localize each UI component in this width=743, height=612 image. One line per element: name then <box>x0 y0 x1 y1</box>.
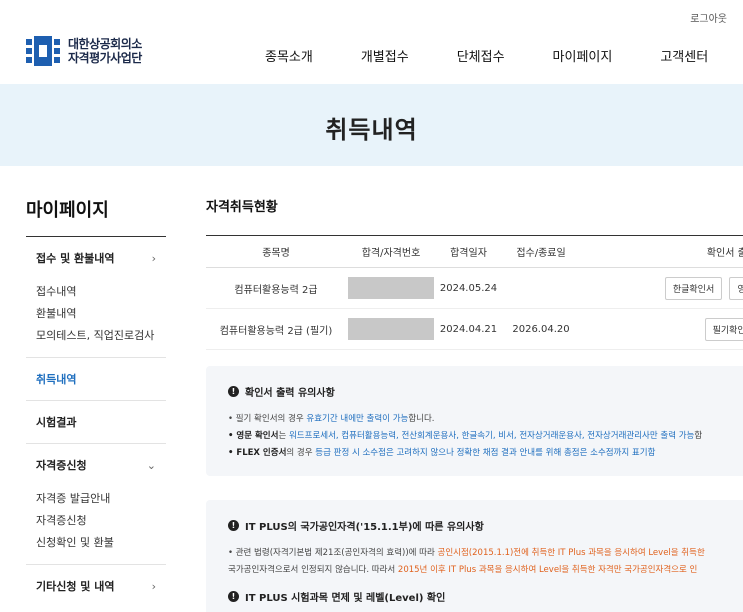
logo-line1: 대한상공회의소 <box>68 37 142 51</box>
sidebar-item-label: 접수 및 환불내역 <box>36 252 115 265</box>
itplus-notice-box: ! IT PLUS의 국가공인자격('15.1.1부)에 따른 유의사항 • 관… <box>206 500 743 612</box>
cell-print: 필기확인서 <box>581 308 743 350</box>
main-nav: 종목소개 개별접수 단체접수 마이페이지 고객센터 <box>265 46 708 65</box>
sidebar-subitem-apply[interactable]: 접수내역 <box>36 281 156 303</box>
sidebar-item-etc[interactable]: 기타신청 및 내역 › <box>26 565 166 607</box>
cell-pass-date: 2024.04.21 <box>436 308 501 350</box>
written-certificate-button[interactable]: 필기확인서 <box>704 317 743 341</box>
notice-title-text: IT PLUS 시험과목 면제 및 레벨(Level) 확인 <box>245 593 446 604</box>
nav-item-support[interactable]: 고객센터 <box>660 46 708 65</box>
chevron-right-icon: › <box>151 251 156 265</box>
sidebar-subitem-mocktest[interactable]: 모의테스트, 직업진로검사 <box>36 325 156 347</box>
logout-link[interactable]: 로그아웃 <box>690 10 727 25</box>
cell-pass-date: 2024.05.24 <box>436 267 501 309</box>
sidebar-subitem-cert-apply[interactable]: 자격증신청 <box>36 510 156 532</box>
print-notice-title: ! 확인서 출력 유의사항 <box>228 384 743 399</box>
info-icon: ! <box>228 386 239 397</box>
notice-line: • FLEX 인증서의 경우 등급 판정 시 소수점은 고려하지 않으나 정확한… <box>228 448 656 458</box>
info-icon: ! <box>228 520 239 531</box>
notice-title-text: IT PLUS의 국가공인자격('15.1.1부)에 따른 유의사항 <box>245 522 484 533</box>
table-row: 컴퓨터활용능력 2급 (필기) 2024.04.21 2026.04.20 필기… <box>206 308 743 350</box>
cell-print: 한글확인서 영문 <box>581 267 743 309</box>
sidebar-item-acquired[interactable]: 취득내역 <box>26 358 166 400</box>
sidebar-item-certificate[interactable]: 자격증신청 ⌄ <box>26 444 166 486</box>
sidebar-title: 마이페이지 <box>26 196 166 237</box>
cell-subject: 컴퓨터활용능력 2급 <box>206 267 346 309</box>
sidebar-item-results[interactable]: 시험결과 <box>26 401 166 443</box>
sidebar-item-apply-refund[interactable]: 접수 및 환불내역 › <box>26 237 166 279</box>
itplus-level-title: ! IT PLUS 시험과목 면제 및 레벨(Level) 확인 <box>228 589 743 604</box>
notice-title-text: 확인서 출력 유의사항 <box>245 388 335 399</box>
english-certificate-button[interactable]: 영문 <box>729 276 743 300</box>
sidebar-group-certificate: 자격증신청 ⌄ 자격증 발급안내 자격증신청 신청확인 및 환불 <box>26 444 166 565</box>
korean-certificate-button[interactable]: 한글확인서 <box>664 276 723 300</box>
masked-number <box>348 318 434 340</box>
nav-item-group[interactable]: 단체접수 <box>457 46 505 65</box>
chevron-down-icon: ⌄ <box>146 458 156 472</box>
logo-icon <box>26 36 60 66</box>
info-icon: ! <box>228 591 239 602</box>
nav-item-mypage[interactable]: 마이페이지 <box>553 46 613 65</box>
section-title: 자격취득현황 <box>206 200 278 215</box>
sidebar-item-label: 기타신청 및 내역 <box>36 580 115 593</box>
notice-line: • 관련 법령(자격기본법 제21조(공인자격의 효력))에 따라 공인시점(2… <box>228 548 705 558</box>
hero-banner: 취득내역 <box>0 84 743 166</box>
sidebar-item-label: 시험결과 <box>36 416 77 429</box>
sidebar: 마이페이지 접수 및 환불내역 › 접수내역 환불내역 모의테스트, 직업진로검… <box>26 196 166 607</box>
table-header-row: 종목명 합격/자격번호 합격일자 접수/종료일 확인서 출력 <box>206 235 743 268</box>
cell-end-date: 2026.04.20 <box>501 308 581 350</box>
chevron-right-icon: › <box>151 579 156 593</box>
sidebar-group-acquired: 취득내역 <box>26 358 166 401</box>
main-content: 자격취득현황 종목명 합격/자격번호 합격일자 접수/종료일 확인서 출력 컴퓨… <box>206 196 743 350</box>
col-header-number: 합격/자격번호 <box>346 235 436 268</box>
col-header-pass-date: 합격일자 <box>436 235 501 268</box>
notice-line: 국가공인자격으로서 인정되지 않습니다. 따라서 2015년 이후 IT Plu… <box>228 565 698 575</box>
results-table: 종목명 합격/자격번호 합격일자 접수/종료일 확인서 출력 컴퓨터활용능력 2… <box>206 235 743 350</box>
logo[interactable]: 대한상공회의소 자격평가사업단 <box>26 36 142 66</box>
sidebar-group-apply: 접수 및 환불내역 › 접수내역 환불내역 모의테스트, 직업진로검사 <box>26 237 166 358</box>
logo-line2: 자격평가사업단 <box>68 51 142 65</box>
notice-line: • 영문 확인서는 워드프로세서, 컴퓨터활용능력, 전산회계운용사, 한글속기… <box>228 431 703 441</box>
cell-subject: 컴퓨터활용능력 2급 (필기) <box>206 308 346 350</box>
page: 로그아웃 대한상공회의소 자격평가사업단 종목소개 개별접수 단체접수 마이페이… <box>0 0 743 612</box>
itplus-notice-title: ! IT PLUS의 국가공인자격('15.1.1부)에 따른 유의사항 <box>228 518 743 533</box>
sidebar-group-results: 시험결과 <box>26 401 166 444</box>
nav-item-individual[interactable]: 개별접수 <box>361 46 409 65</box>
cell-number <box>346 308 436 350</box>
col-header-end-date: 접수/종료일 <box>501 235 581 268</box>
sidebar-subitem-issue-guide[interactable]: 자격증 발급안내 <box>36 488 156 510</box>
page-title: 취득내역 <box>325 116 418 144</box>
print-notice-box: ! 확인서 출력 유의사항 • 필기 확인서의 경우 유효기간 내에만 출력이 … <box>206 366 743 476</box>
masked-number <box>348 277 434 299</box>
cell-end-date <box>501 267 581 309</box>
col-header-subject: 종목명 <box>206 235 346 268</box>
sidebar-subitem-confirm-refund[interactable]: 신청확인 및 환불 <box>36 532 156 554</box>
sidebar-group-etc: 기타신청 및 내역 › <box>26 565 166 607</box>
table-row: 컴퓨터활용능력 2급 2024.05.24 한글확인서 영문 <box>206 267 743 309</box>
sidebar-item-label: 자격증신청 <box>36 459 87 472</box>
notice-line: • 필기 확인서의 경우 유효기간 내에만 출력이 가능합니다. <box>228 414 435 424</box>
sidebar-item-label: 취득내역 <box>36 373 77 386</box>
sidebar-subitem-refund[interactable]: 환불내역 <box>36 303 156 325</box>
nav-item-intro[interactable]: 종목소개 <box>265 46 313 65</box>
cell-number <box>346 267 436 309</box>
col-header-print: 확인서 출력 <box>581 235 743 268</box>
